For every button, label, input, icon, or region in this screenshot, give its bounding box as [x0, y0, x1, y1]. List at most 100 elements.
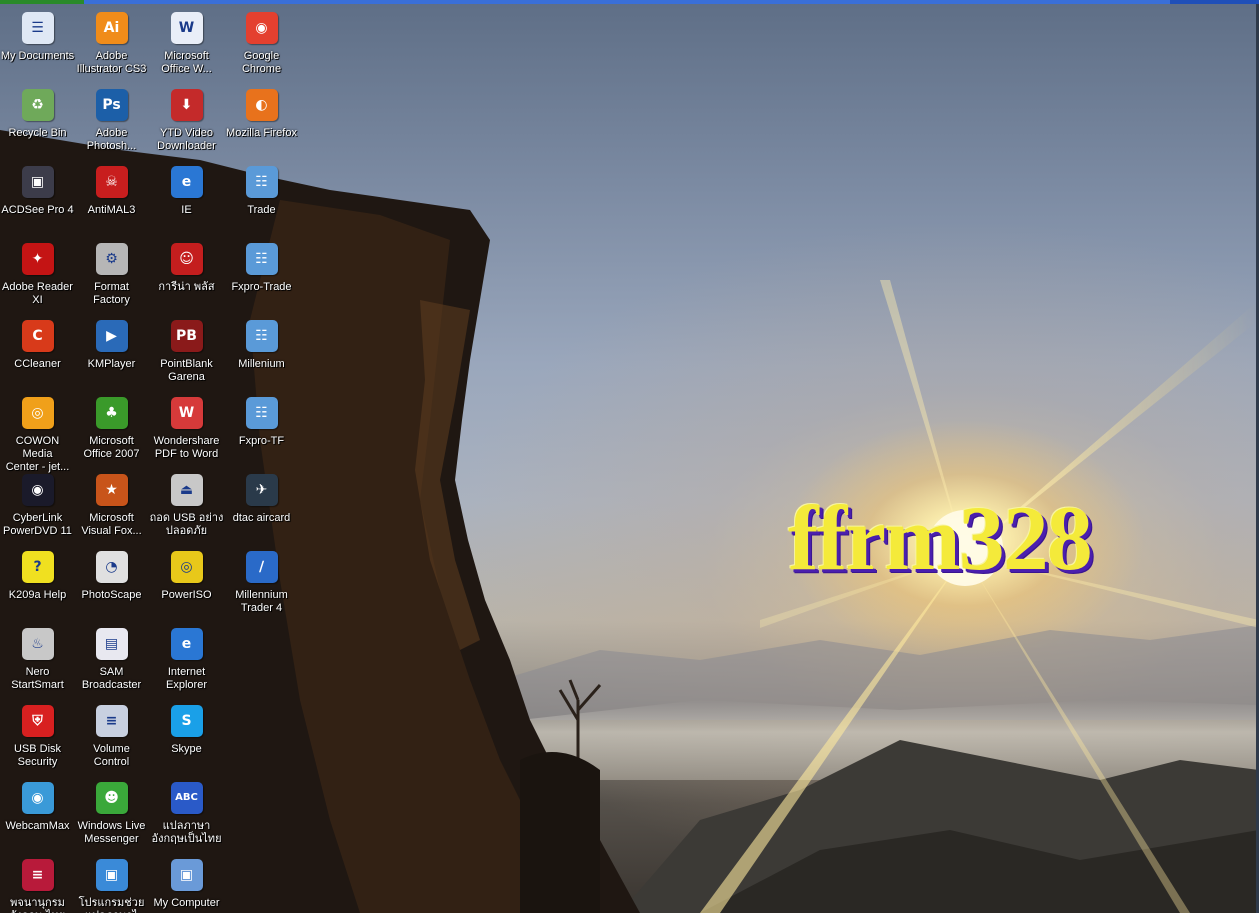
desktop-icon-label: ถอด USB อย่าง ปลอดภัย: [149, 512, 224, 537]
desktop-icon-label: IE: [181, 204, 192, 216]
desktop-icon[interactable]: ☷ Trade: [224, 160, 299, 234]
desktop-icon[interactable]: ♻ Recycle Bin: [0, 83, 75, 157]
usb-eject-icon: ⏏: [170, 474, 203, 506]
desktop-icon[interactable]: W Microsoft Office W...: [149, 6, 224, 80]
photoscape-icon: ◔: [95, 551, 128, 583]
translate-icon: ABC: [170, 782, 203, 814]
desktop-icon[interactable]: ≡ Volume Control: [74, 699, 149, 773]
window-icon: ▤: [95, 628, 128, 660]
desktop-icon-label: พจนานุกรม อังกฤษ-ไทย: [10, 897, 65, 913]
desktop-icon[interactable]: ▤ SAM Broadcaster: [74, 622, 149, 696]
desktop-icon[interactable]: ? K209a Help: [0, 545, 75, 619]
desktop-icon[interactable]: ◉ Google Chrome: [224, 6, 299, 80]
wallpaper-brand-text: ffrm328: [788, 487, 1093, 589]
desktop-icon[interactable]: ◐ Mozilla Firefox: [224, 83, 299, 157]
ie-icon: e: [170, 166, 203, 198]
translator-program-icon: ▣: [95, 859, 128, 891]
desktop-icon[interactable]: ABC แปลภาษา อังกฤษเป็นไทย: [149, 776, 224, 850]
desktop-icon[interactable]: ⏏ ถอด USB อย่าง ปลอดภัย: [149, 468, 224, 542]
desktop-icon[interactable]: ☷ Fxpro-Trade: [224, 237, 299, 311]
desktop-icon-label: Mozilla Firefox: [226, 127, 297, 139]
desktop-icon-label: USB Disk Security: [13, 743, 62, 768]
foxpro-icon: ★: [95, 474, 128, 506]
desktop-icon[interactable]: W Wondershare PDF to Word: [149, 391, 224, 465]
desktop-icon-label: Format Factory: [93, 281, 130, 306]
desktop-icon-label: Nero StartSmart: [11, 666, 64, 691]
desktop-icon[interactable]: ▶ KMPlayer: [74, 314, 149, 388]
desktop-icon[interactable]: Ai Adobe Illustrator CS3: [74, 6, 149, 80]
kmplayer-icon: ▶: [95, 320, 128, 352]
desktop-icon[interactable]: ☺ การีน่า พลัส: [149, 237, 224, 311]
pdf-reader-icon: ✦: [21, 243, 54, 275]
desktop-icon-label: Volume Control: [93, 743, 130, 768]
desktop-icon-label: Windows Live Messenger: [77, 820, 146, 845]
desktop-icon-label: PhotoScape: [81, 589, 142, 601]
desktop-icon-label: Adobe Photosh...: [86, 127, 137, 152]
computer-icon: ▣: [170, 859, 203, 891]
desktop-icon-label: Adobe Illustrator CS3: [76, 50, 147, 75]
desktop-icon-label: PointBlank Garena: [160, 358, 213, 383]
desktop-icon-label: PowerISO: [161, 589, 212, 601]
spider-icon: ☠: [95, 166, 128, 198]
desktop-icon[interactable]: ▣ My Computer: [149, 853, 224, 913]
format-factory-icon: ⚙: [95, 243, 128, 275]
desktop-icon[interactable]: ♨ Nero StartSmart: [0, 622, 75, 696]
desktop-icon-label: Skype: [171, 743, 202, 755]
powerdvd-icon: ◉: [21, 474, 54, 506]
desktop-icon-label: Microsoft Visual Fox...: [81, 512, 142, 537]
desktop-icon[interactable]: ⚙ Format Factory: [74, 237, 149, 311]
desktop-icon[interactable]: S Skype: [149, 699, 224, 773]
desktop-icon-label: CyberLink PowerDVD 11: [3, 512, 72, 537]
desktop-icon[interactable]: ▣ ACDSee Pro 4: [0, 160, 75, 234]
desktop-icon[interactable]: ☷ Millenium: [224, 314, 299, 388]
firefox-icon: ◐: [245, 89, 278, 121]
messenger-icon: ☻: [95, 782, 128, 814]
desktop-icon[interactable]: ◎ PowerISO: [149, 545, 224, 619]
desktop-icon[interactable]: ⛨ USB Disk Security: [0, 699, 75, 773]
desktop-icon-label: Fxpro-TF: [238, 435, 285, 447]
desktop-icon[interactable]: e Internet Explorer: [149, 622, 224, 696]
desktop-icon-label: การีน่า พลัส: [158, 281, 215, 293]
desktop-icon-label: Trade: [247, 204, 276, 216]
fxpro-tf-icon: ☷: [245, 397, 278, 429]
desktop-icon[interactable]: ★ Microsoft Visual Fox...: [74, 468, 149, 542]
ccleaner-icon: C: [21, 320, 54, 352]
cowon-icon: ◎: [21, 397, 54, 429]
ytd-downloader-icon: ⬇: [170, 89, 203, 121]
desktop-icon[interactable]: ♣ Microsoft Office 2007: [74, 391, 149, 465]
desktop-icon[interactable]: ◉ WebcamMax: [0, 776, 75, 850]
desktop-icon-label: Recycle Bin: [8, 127, 67, 139]
desktop-icon[interactable]: ✦ Adobe Reader XI: [0, 237, 75, 311]
desktop-icon-label: Millenium: [238, 358, 285, 370]
desktop-icon-label: My Documents: [0, 50, 75, 62]
desktop-icon[interactable]: Ps Adobe Photosh...: [74, 83, 149, 157]
desktop-icon[interactable]: ∕ Millennium Trader 4: [224, 545, 299, 619]
desktop-icon-label: K209a Help: [8, 589, 67, 601]
shield-icon: ⛨: [21, 705, 54, 737]
word-icon: W: [170, 12, 203, 44]
desktop-icon[interactable]: ◔ PhotoScape: [74, 545, 149, 619]
tree-icon: ♣: [95, 397, 128, 429]
help-icon: ?: [21, 551, 54, 583]
garena-icon: ☺: [170, 243, 203, 275]
desktop-icon[interactable]: C CCleaner: [0, 314, 75, 388]
desktop-icon[interactable]: ☰ My Documents: [0, 6, 75, 80]
desktop-icon[interactable]: e IE: [149, 160, 224, 234]
desktop-icon[interactable]: ☻ Windows Live Messenger: [74, 776, 149, 850]
desktop-icon[interactable]: ◎ COWON Media Center - jet...: [0, 391, 75, 473]
photoshop-icon: Ps: [95, 89, 128, 121]
desktop-icon[interactable]: PB PointBlank Garena: [149, 314, 224, 388]
desktop-icon[interactable]: ≡ พจนานุกรม อังกฤษ-ไทย: [0, 853, 75, 913]
desktop-icon-label: Wondershare PDF to Word: [153, 435, 220, 460]
desktop-icon[interactable]: ⬇ YTD Video Downloader: [149, 83, 224, 157]
dtac-icon: ✈: [245, 474, 278, 506]
desktop-icon[interactable]: ☷ Fxpro-TF: [224, 391, 299, 465]
illustrator-icon: Ai: [95, 12, 128, 44]
desktop-icon-label: dtac aircard: [232, 512, 291, 524]
desktop-icon[interactable]: ✈ dtac aircard: [224, 468, 299, 542]
desktop-icon[interactable]: ▣ โปรแกรมช่วย แปลภาษาไ: [74, 853, 149, 913]
desktop-icon[interactable]: ◉ CyberLink PowerDVD 11: [0, 468, 75, 542]
desktop-icon[interactable]: ☠ AntiMAL3: [74, 160, 149, 234]
desktop-icon-label: Adobe Reader XI: [2, 281, 73, 306]
desktop-icon-label: WebcamMax: [5, 820, 70, 832]
